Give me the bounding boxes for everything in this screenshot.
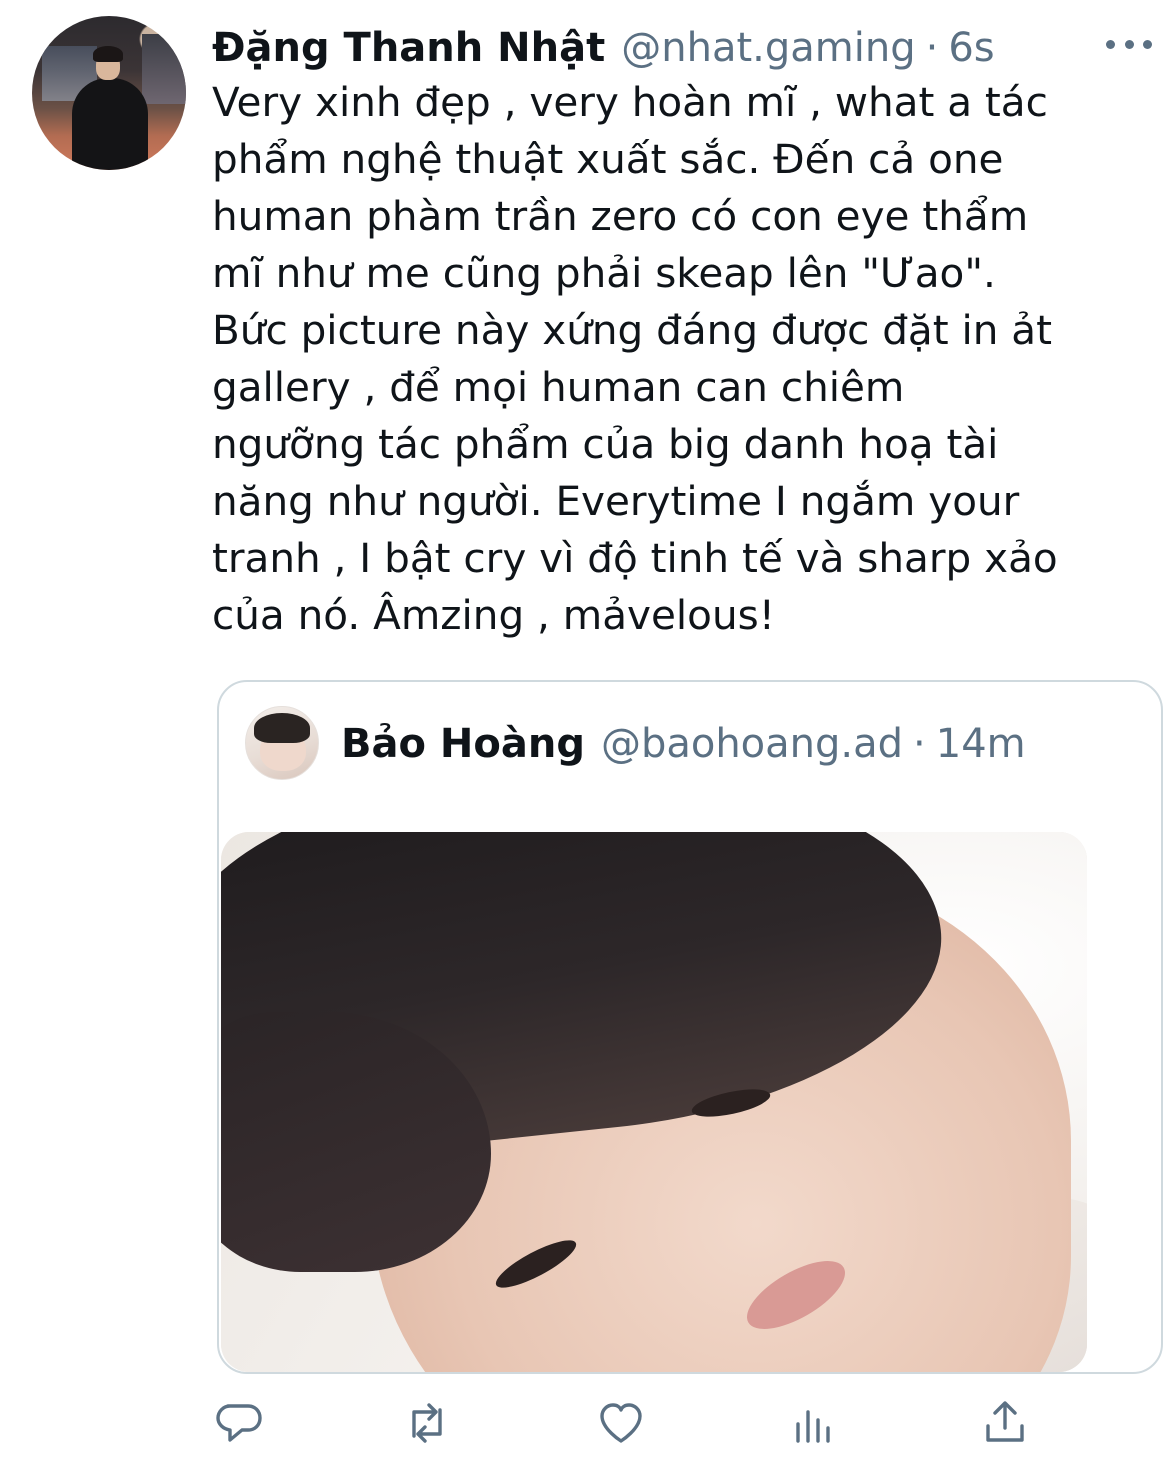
quoted-author-name: Bảo Hoàng [341,721,585,767]
more-horizontal-icon[interactable] [1106,34,1152,54]
heart-icon[interactable] [596,1398,646,1448]
author-name[interactable]: Đặng Thanh Nhật [212,25,605,71]
author-avatar[interactable] [32,16,186,170]
separator-dot: · [925,25,939,71]
retweet-icon[interactable] [402,1398,452,1448]
tweet-text: Very xinh đẹp , very hoàn mĩ , what a tá… [212,78,1058,639]
quoted-author-handle: @baohoang.ad [600,721,904,767]
action-bar [212,1398,1052,1458]
quoted-tweet[interactable]: Bảo Hoàng @baohoang.ad · 14m [217,680,1163,1374]
quoted-photo[interactable] [221,832,1087,1372]
quoted-tweet-header: Bảo Hoàng @baohoang.ad · 14m [341,716,1026,772]
share-icon[interactable] [980,1398,1030,1448]
quoted-timestamp: 14m [935,721,1026,767]
quoted-author-avatar[interactable] [245,706,319,780]
analytics-icon[interactable] [788,1398,838,1448]
reply-icon[interactable] [214,1398,264,1448]
author-handle[interactable]: @nhat.gaming [621,25,915,71]
tweet-timestamp[interactable]: 6s [948,25,994,71]
quoted-separator-dot: · [913,721,926,767]
tweet: Đặng Thanh Nhật @nhat.gaming · 6s Very x… [0,0,1170,1471]
tweet-header: Đặng Thanh Nhật @nhat.gaming · 6s [212,20,1150,76]
